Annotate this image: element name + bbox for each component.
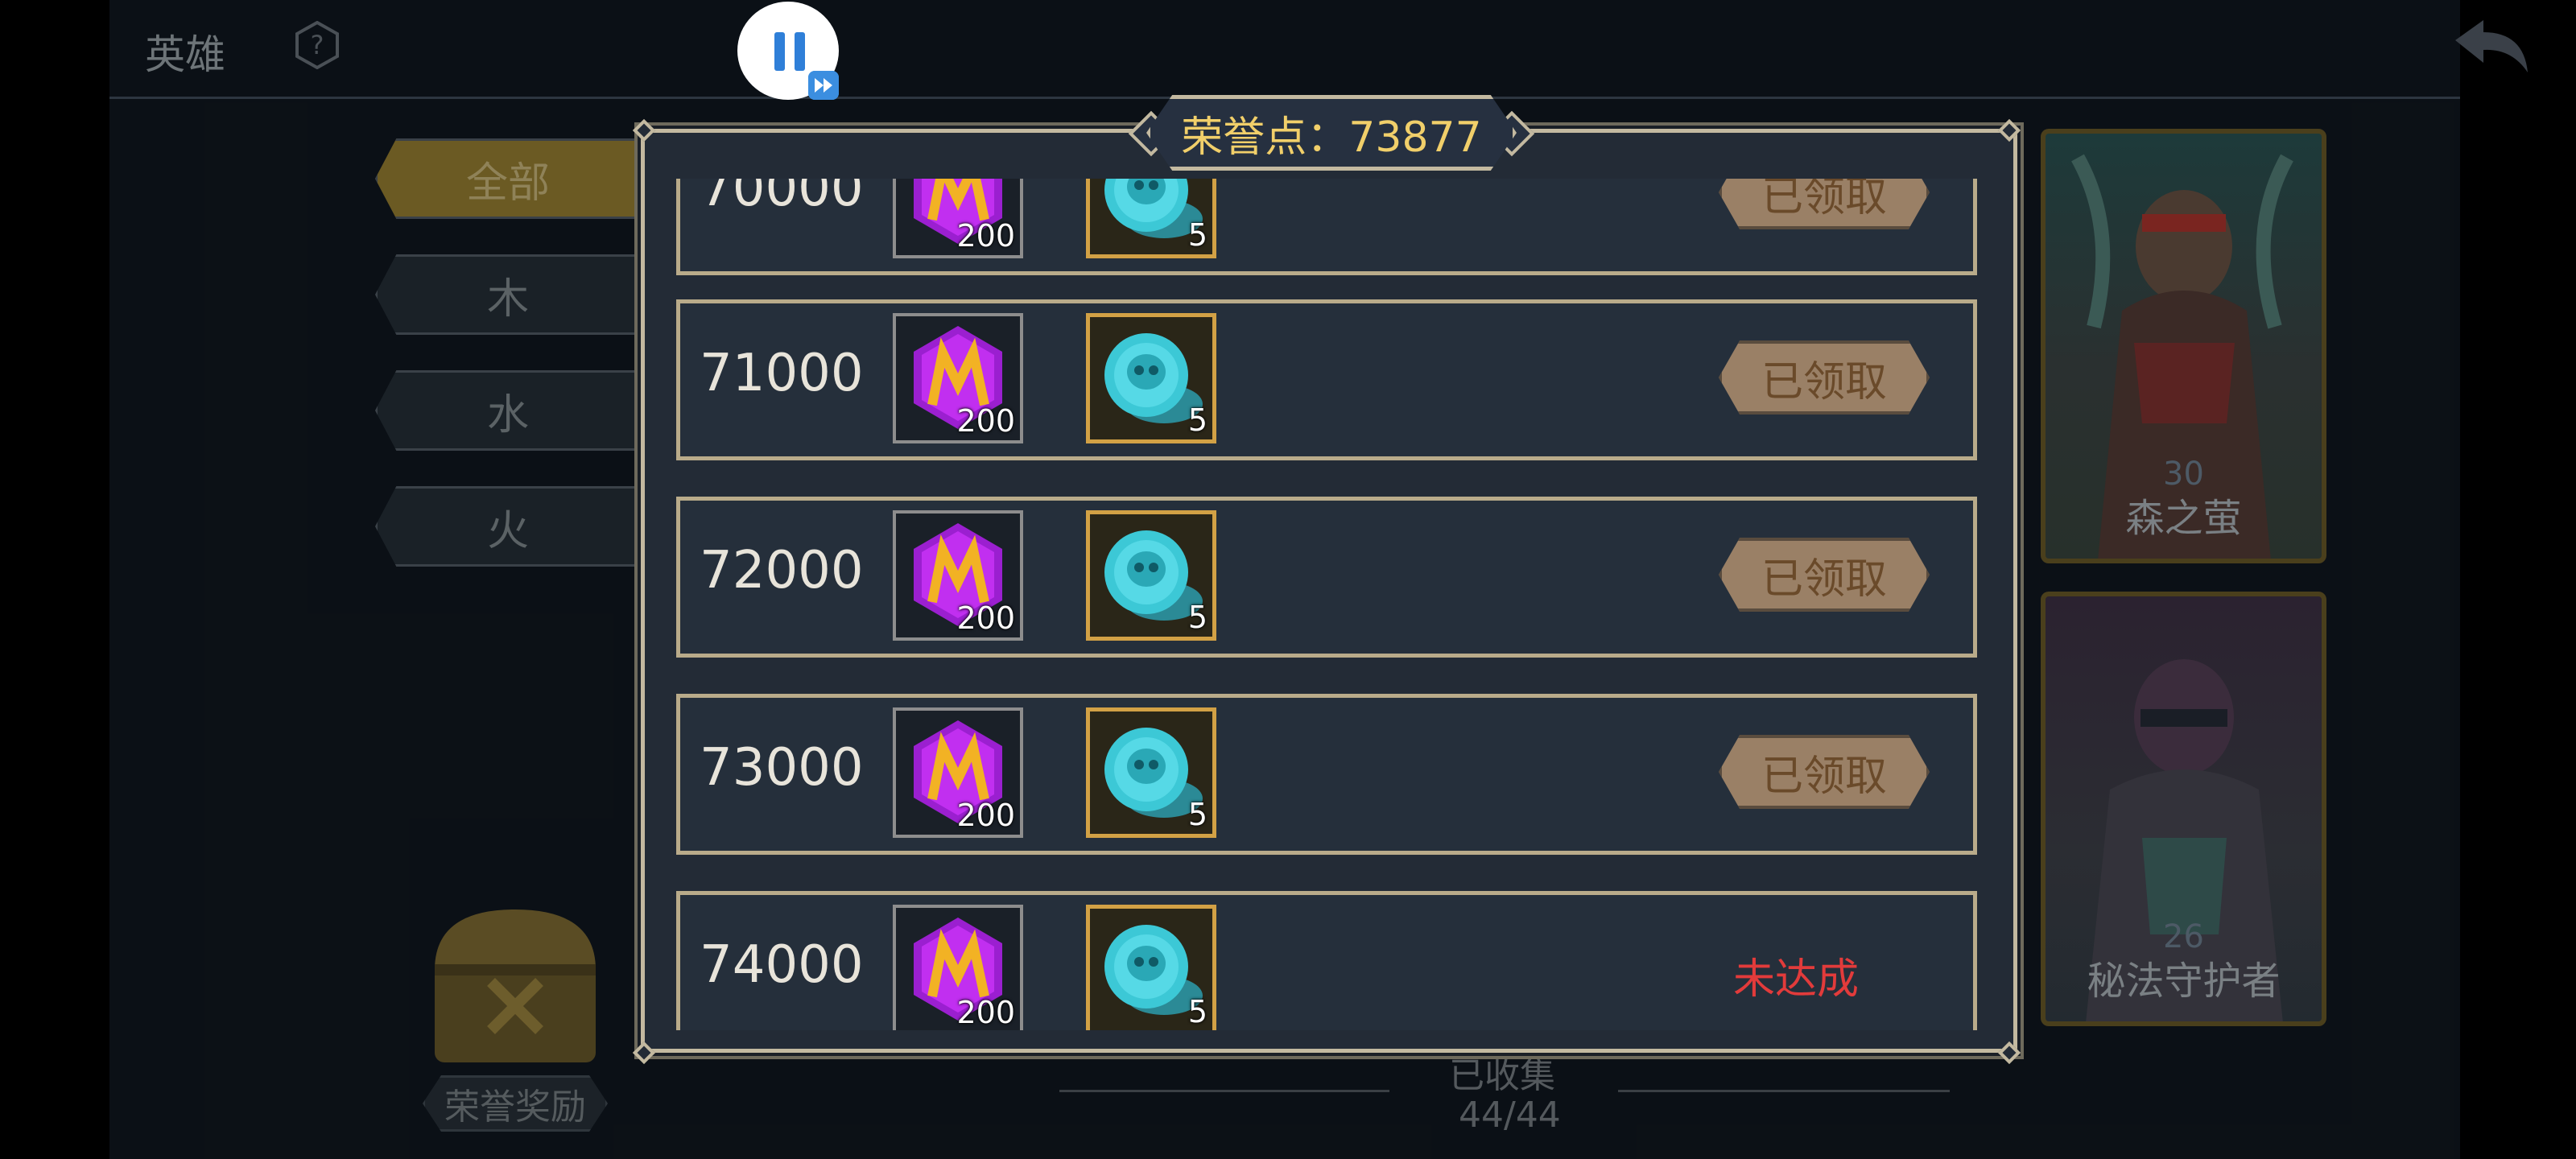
hero-card-2[interactable]: 26 秘法守护者 [2041,592,2326,1026]
claimed-button[interactable]: 已领取 [1719,179,1930,229]
back-arrow-icon[interactable] [2447,16,2536,80]
gem-item[interactable]: 200 [893,905,1023,1030]
gem-item[interactable]: 200 [893,510,1023,641]
chest-icon[interactable] [419,893,612,1079]
divider-left [1059,1090,1389,1092]
honor-points-header: 荣誉点：73877 [1146,95,1517,171]
row-threshold: 74000 [700,935,864,995]
claimed-button[interactable]: 已领取 [1719,340,1930,415]
skull-count: 5 [1187,402,1208,438]
skull-item[interactable]: 5 [1086,313,1216,443]
gem-count: 200 [956,798,1015,833]
page-title: 英雄 [145,31,225,78]
row-threshold: 70000 [700,179,864,218]
help-icon[interactable]: ? [293,21,341,69]
gem-count: 200 [956,403,1015,439]
skull-item[interactable]: 5 [1086,905,1216,1030]
skull-count: 5 [1187,600,1208,635]
row-threshold: 72000 [700,541,864,600]
hero-card-1[interactable]: 30 森之萤 [2041,129,2326,563]
hero-name-2: 秘法守护者 [2087,959,2281,1004]
reward-row: 72000 200 5 已领取 [676,497,1977,658]
reward-list[interactable]: 70000 200 5 已领取 71000 200 5 已领取 72000 20… [657,179,2001,1030]
collected-label: 已收集 [1449,1055,1555,1096]
skull-count: 5 [1187,797,1208,832]
svg-text:?: ? [311,30,324,60]
gem-item[interactable]: 200 [893,313,1023,443]
skull-count: 5 [1187,994,1208,1029]
gem-count: 200 [956,995,1015,1030]
tab-all[interactable]: 全部 [375,138,641,219]
gem-item[interactable]: 200 [893,707,1023,838]
reward-row: 70000 200 5 已领取 [676,179,1977,275]
not-reached-status: 未达成 [1733,955,1860,1004]
gem-item[interactable]: 200 [893,179,1023,258]
reward-row: 71000 200 5 已领取 [676,299,1977,460]
gem-count: 200 [956,600,1015,636]
tab-fire[interactable]: 火 [375,486,641,567]
pause-icon [774,32,805,71]
fast-forward-icon[interactable] [808,71,839,100]
skull-count: 5 [1187,217,1208,253]
reward-row: 73000 200 5 已领取 [676,694,1977,855]
claimed-button[interactable]: 已领取 [1719,538,1930,612]
skull-item[interactable]: 5 [1086,707,1216,838]
gem-count: 200 [956,218,1015,254]
divider-right [1618,1090,1950,1092]
tab-water[interactable]: 水 [375,370,641,451]
tab-wood[interactable]: 木 [375,254,641,335]
hero-name-1: 森之萤 [2125,496,2242,541]
honor-reward-label[interactable]: 荣誉奖励 [423,1075,608,1132]
collected-count: 44/44 [1459,1095,1561,1136]
skull-item[interactable]: 5 [1086,510,1216,641]
skull-item[interactable]: 5 [1086,179,1216,258]
reward-row: 74000 200 5 未达成 [676,891,1977,1030]
row-threshold: 71000 [700,344,864,403]
claimed-button[interactable]: 已领取 [1719,735,1930,809]
row-threshold: 73000 [700,738,864,798]
